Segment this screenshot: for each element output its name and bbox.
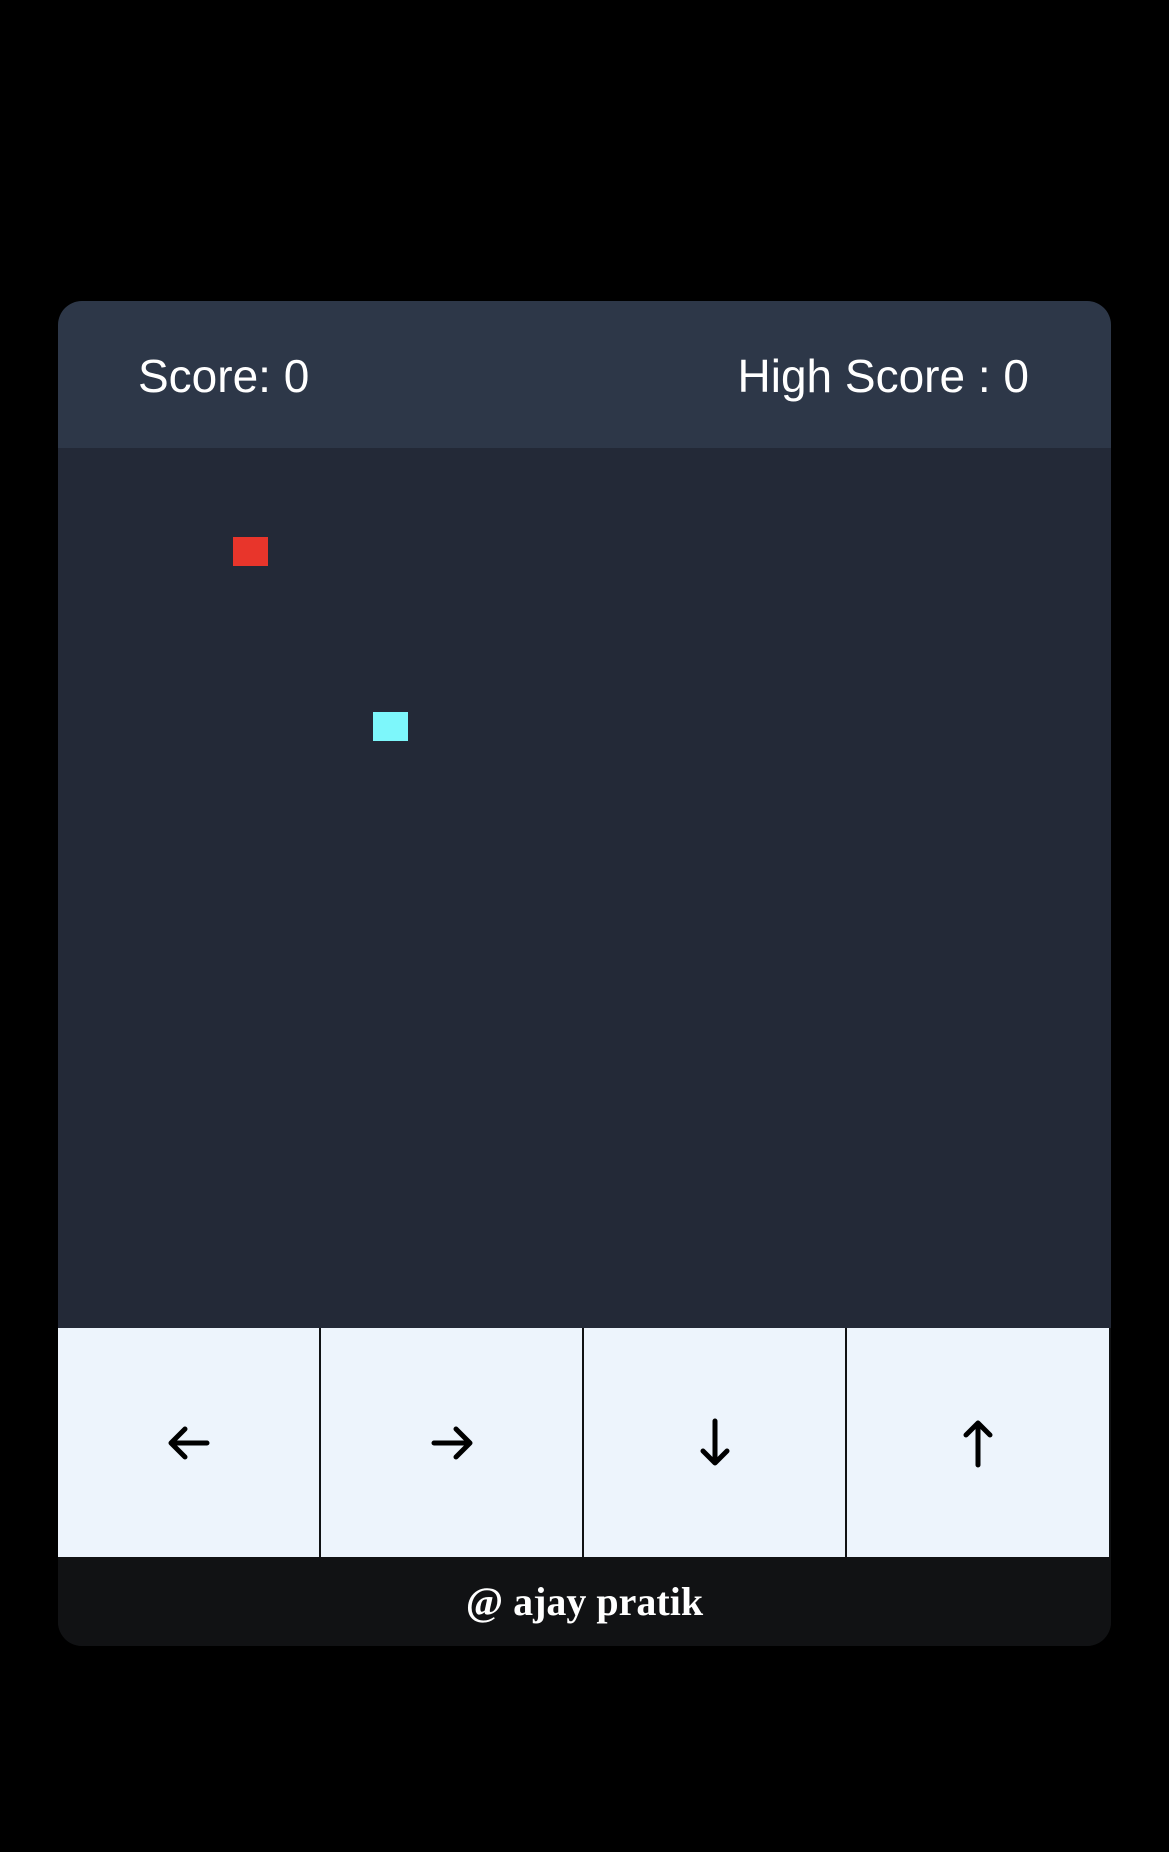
footer-credit: @ ajay pratik — [58, 1557, 1111, 1646]
game-board — [58, 448, 1111, 1328]
score-header: Score: 0 High Score : 0 — [58, 301, 1111, 448]
arrow-left-icon — [168, 1426, 209, 1459]
snake-head — [373, 712, 408, 741]
direction-controls — [58, 1328, 1111, 1557]
right-button[interactable] — [321, 1328, 582, 1557]
arrow-down-icon — [700, 1418, 729, 1465]
high-score-label: High Score : 0 — [737, 350, 1029, 402]
up-button[interactable] — [847, 1328, 1109, 1557]
left-button[interactable] — [58, 1328, 319, 1557]
arrow-up-icon — [963, 1420, 993, 1467]
score-label: Score: 0 — [138, 350, 310, 402]
arrow-right-icon — [431, 1426, 472, 1459]
down-button[interactable] — [584, 1328, 845, 1557]
game-card: Score: 0 High Score : 0 @ ajay pratik — [58, 301, 1111, 1646]
food — [233, 537, 268, 566]
